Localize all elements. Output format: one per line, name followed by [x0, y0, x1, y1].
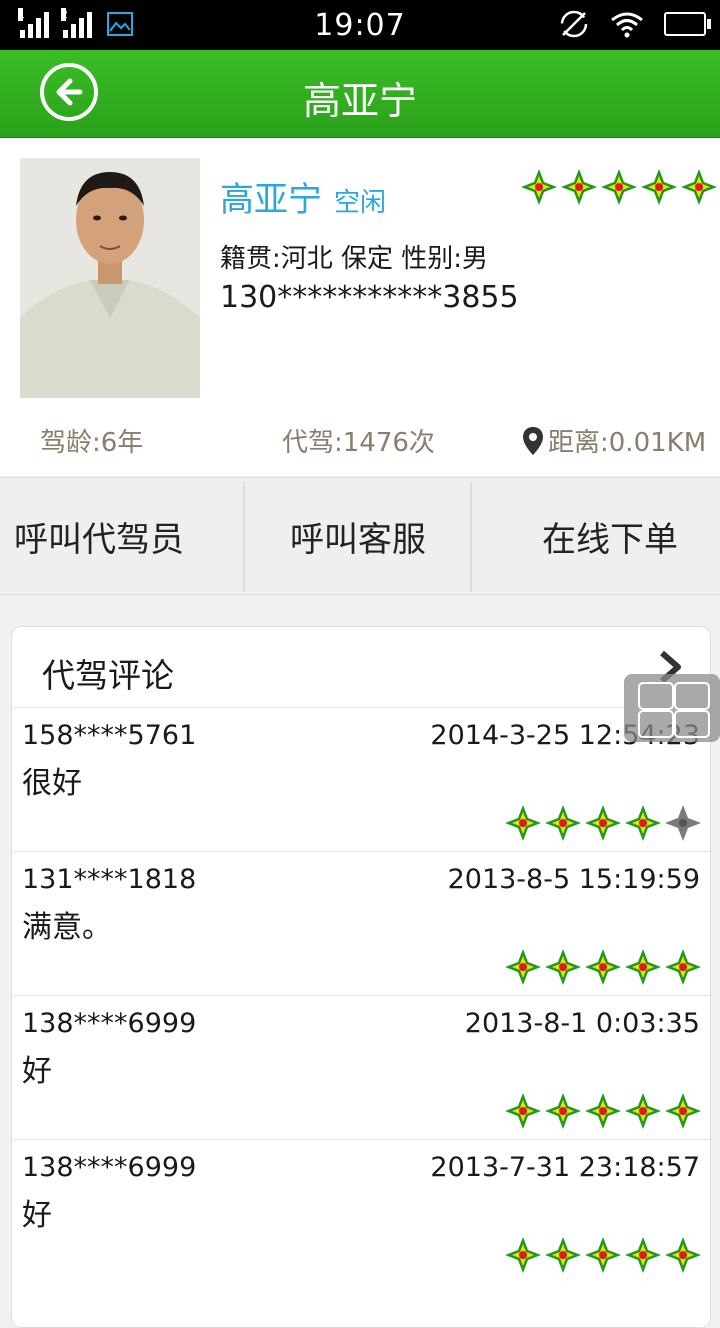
reviews-title: 代驾评论 — [42, 656, 174, 695]
driver-rating — [520, 168, 718, 206]
star-icon — [641, 169, 677, 205]
driver-profile: 高亚宁 空闲 籍贯:河北 保定 性别:男 130***********3855 … — [0, 138, 720, 476]
review-user: 138****6999 — [22, 1152, 197, 1183]
star-icon — [505, 805, 541, 841]
driver-photo — [20, 158, 200, 398]
action-bar: 呼叫代驾员 呼叫客服 在线下单 — [0, 477, 720, 595]
review-user: 158****5761 — [22, 720, 197, 751]
star-icon — [681, 169, 717, 205]
driver-name: 高亚宁 — [220, 180, 322, 220]
star-icon — [545, 1237, 581, 1273]
star-icon — [625, 805, 661, 841]
call-driver-button[interactable]: 呼叫代驾员 — [14, 478, 184, 594]
star-icon — [521, 169, 557, 205]
review-item: 138****6999 2013-8-1 0:03:35 好 — [12, 995, 710, 1139]
review-item: 131****1818 2013-8-5 15:19:59 满意。 — [12, 851, 710, 995]
driving-age: 驾龄:6年 — [40, 428, 144, 458]
star-icon — [545, 949, 581, 985]
review-date: 2013-7-31 23:18:57 — [430, 1152, 700, 1183]
star-icon — [505, 949, 541, 985]
distance-text: 距离:0.01KM — [548, 428, 707, 458]
star-icon — [665, 1093, 701, 1129]
status-bar: 1 2 19:07 — [0, 0, 720, 50]
star-icon — [505, 1093, 541, 1129]
review-date: 2013-8-1 0:03:35 — [464, 1008, 700, 1039]
rotation-icon — [560, 10, 588, 38]
location-pin-icon — [523, 426, 543, 455]
star-icon — [665, 805, 701, 841]
review-user: 131****1818 — [22, 864, 197, 895]
reviews-panel: 代驾评论 158****5761 2014-3-25 12:54:23 很好 131*… — [11, 626, 711, 1328]
distance: 距离:0.01KM — [522, 422, 706, 459]
star-icon — [665, 949, 701, 985]
grid-cell — [638, 682, 674, 710]
review-text: 很好 — [22, 766, 82, 801]
driver-phone: 130***********3855 — [220, 280, 519, 315]
star-icon — [585, 949, 621, 985]
star-icon — [665, 1237, 701, 1273]
grid-cell — [674, 710, 710, 738]
review-item: 138****6999 2013-7-31 23:18:57 好 — [12, 1139, 710, 1283]
grid-cell — [674, 682, 710, 710]
star-icon — [545, 805, 581, 841]
review-rating — [504, 948, 702, 986]
review-date: 2013-8-5 15:19:59 — [447, 864, 700, 895]
status-right — [558, 8, 711, 40]
divider — [243, 482, 245, 592]
review-text: 好 — [22, 1054, 52, 1089]
reviews-list: 158****5761 2014-3-25 12:54:23 很好 131****18… — [12, 707, 710, 1283]
name-line: 高亚宁 空闲 — [220, 172, 386, 221]
star-icon — [585, 1237, 621, 1273]
star-icon — [625, 949, 661, 985]
star-icon — [585, 1093, 621, 1129]
battery-icon — [664, 12, 711, 36]
order-online-button[interactable]: 在线下单 — [542, 478, 678, 594]
review-user: 138****6999 — [22, 1008, 197, 1039]
star-icon — [561, 169, 597, 205]
star-icon — [625, 1237, 661, 1273]
floating-window-button[interactable] — [624, 674, 720, 742]
driver-status: 空闲 — [334, 188, 387, 218]
star-icon — [601, 169, 637, 205]
drive-count: 代驾:1476次 — [282, 428, 435, 458]
star-icon — [505, 1237, 541, 1273]
review-item: 158****5761 2014-3-25 12:54:23 很好 — [12, 707, 710, 851]
review-text: 好 — [22, 1198, 52, 1233]
review-rating — [504, 1092, 702, 1130]
star-icon — [625, 1093, 661, 1129]
review-rating — [504, 1236, 702, 1274]
grid-cell — [638, 710, 674, 738]
review-text: 满意。 — [22, 910, 112, 945]
app-header: 高亚宁 — [0, 50, 720, 138]
call-service-button[interactable]: 呼叫客服 — [290, 478, 426, 594]
review-rating — [504, 804, 702, 842]
star-icon — [545, 1093, 581, 1129]
star-icon — [585, 805, 621, 841]
page-title: 高亚宁 — [302, 79, 417, 123]
divider — [470, 482, 472, 592]
origin-gender: 籍贯:河北 保定 性别:男 — [220, 244, 489, 274]
wifi-icon — [611, 12, 643, 38]
driver-avatar[interactable] — [20, 158, 200, 398]
